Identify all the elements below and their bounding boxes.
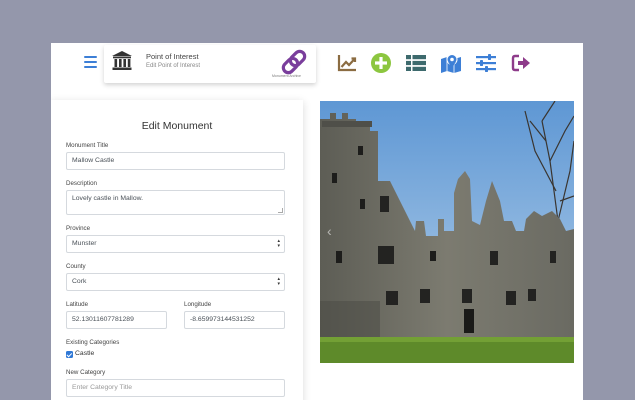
header-card: Point of Interest Edit Point of Interest… bbox=[104, 45, 316, 83]
existing-categories-label: Existing Categories bbox=[66, 339, 120, 346]
monument-title-input[interactable]: Mallow Castle bbox=[66, 152, 285, 170]
province-value: Munster bbox=[72, 240, 97, 247]
category-checkbox-castle[interactable] bbox=[66, 351, 73, 358]
header-subtitle: Edit Point of Interest bbox=[146, 63, 201, 69]
sliders-icon[interactable] bbox=[475, 52, 497, 74]
description-textarea[interactable]: Lovely castle in Mallow. bbox=[66, 190, 285, 215]
panel-title: Edit Monument bbox=[141, 120, 213, 132]
county-value: Cork bbox=[72, 278, 87, 285]
chart-line-icon[interactable] bbox=[336, 52, 358, 74]
carousel-prev-icon[interactable]: ‹ bbox=[327, 223, 332, 239]
map-icon[interactable] bbox=[440, 52, 462, 74]
header-title: Point of Interest bbox=[146, 52, 199, 61]
resize-handle[interactable] bbox=[278, 208, 283, 213]
county-select[interactable]: Cork ▴ ▾ bbox=[66, 273, 285, 291]
description-text: Lovely castle in Mallow. bbox=[72, 195, 144, 202]
monument-title-label: Monument Title bbox=[66, 142, 109, 149]
monument-photo: ‹ bbox=[320, 101, 574, 363]
province-select[interactable]: Munster ▴ ▾ bbox=[66, 235, 285, 253]
monument-icon bbox=[112, 51, 132, 70]
county-label: County bbox=[66, 263, 86, 270]
select-arrows-icon: ▴ ▾ bbox=[277, 276, 280, 287]
province-label: Province bbox=[66, 225, 91, 232]
add-circle-icon[interactable] bbox=[370, 52, 392, 74]
new-category-label: New Category bbox=[66, 369, 106, 376]
description-label: Description bbox=[66, 180, 97, 187]
top-bar: Point of Interest Edit Point of Interest… bbox=[51, 43, 583, 91]
select-arrows-icon: ▴ ▾ bbox=[277, 238, 280, 249]
castle-photo-image bbox=[320, 101, 574, 363]
menu-icon[interactable] bbox=[84, 56, 97, 68]
list-icon[interactable] bbox=[405, 52, 427, 74]
logout-icon[interactable] bbox=[510, 52, 532, 74]
latitude-label: Latitude bbox=[66, 301, 89, 308]
latitude-input[interactable]: 52.13011607781289 bbox=[66, 311, 167, 329]
logo-caption: Monument Archive bbox=[272, 74, 301, 78]
edit-monument-panel: Edit Monument Monument Title Mallow Cast… bbox=[51, 100, 303, 400]
new-category-input[interactable]: Enter Category Title bbox=[66, 379, 285, 397]
longitude-input[interactable]: -8.659973144531252 bbox=[184, 311, 285, 329]
longitude-label: Longitude bbox=[184, 301, 212, 308]
app-window: Point of Interest Edit Point of Interest… bbox=[51, 43, 583, 400]
category-label-castle: Castle bbox=[75, 350, 95, 357]
